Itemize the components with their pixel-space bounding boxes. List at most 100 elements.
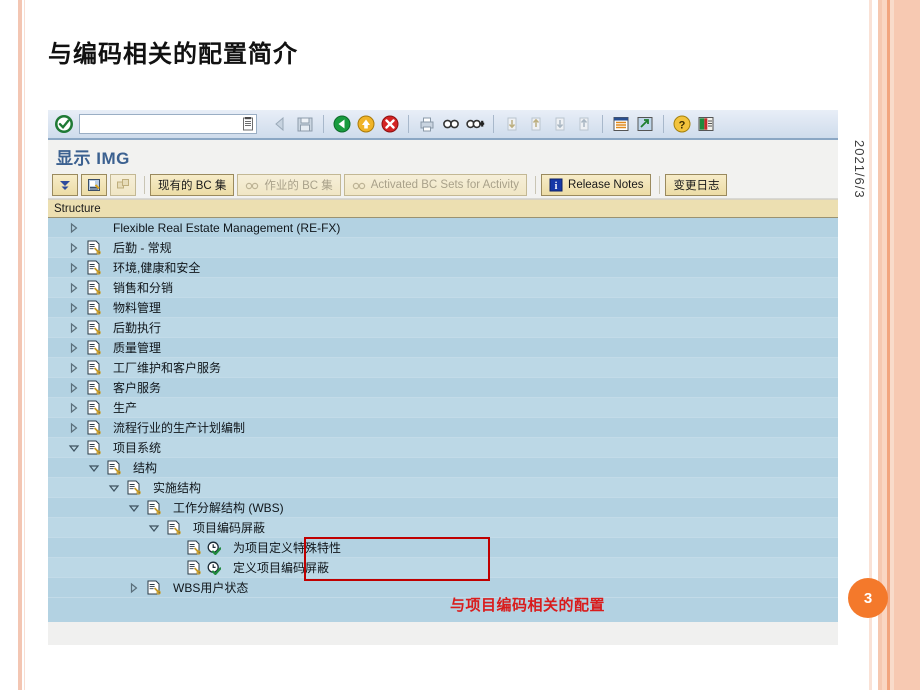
left-edge-accent-line-thin — [24, 0, 25, 690]
chevron-down-icon[interactable] — [148, 522, 160, 534]
documentation-button[interactable] — [81, 174, 107, 196]
tree-row-label: 后勤执行 — [113, 321, 162, 335]
chevron-right-icon[interactable] — [68, 402, 80, 414]
tree-row[interactable]: 结构 — [48, 458, 838, 478]
img-node-icon — [186, 560, 201, 575]
tree-row[interactable]: 项目编码屏蔽 — [48, 518, 838, 538]
tree-row[interactable]: 工作分解结构 (WBS) — [48, 498, 838, 518]
tree-row[interactable]: 销售和分销 — [48, 278, 838, 298]
chevron-down-icon[interactable] — [68, 442, 80, 454]
tree-row[interactable]: 后勤执行 — [48, 318, 838, 338]
tree-row-label: 工作分解结构 (WBS) — [173, 501, 284, 515]
tree-row[interactable]: 客户服务 — [48, 378, 838, 398]
tree-row[interactable]: 环境,健康和安全 — [48, 258, 838, 278]
activity-clock-icon[interactable] — [207, 561, 222, 576]
img-node-icon — [86, 360, 101, 375]
activity-clock-icon[interactable] — [207, 541, 222, 556]
first-page-icon[interactable] — [501, 114, 523, 134]
save-icon[interactable] — [294, 114, 316, 134]
tree-row[interactable]: 实施结构 — [48, 478, 838, 498]
expand-subtree-button[interactable] — [52, 174, 78, 196]
svg-text:i: i — [555, 181, 558, 192]
chevron-right-icon[interactable] — [68, 422, 80, 434]
existing-bc-sets-label: 现有的 BC 集 — [158, 180, 227, 192]
chevron-down-icon[interactable] — [108, 482, 120, 494]
exit-icon[interactable] — [355, 114, 377, 134]
tree-row[interactable]: 生产 — [48, 398, 838, 418]
screen-title: 显示 IMG — [48, 140, 838, 172]
where-used-icon — [116, 178, 130, 192]
tree-row[interactable]: 工厂维护和客户服务 — [48, 358, 838, 378]
no-expand-icon — [168, 542, 180, 554]
tree-row[interactable]: 项目系统 — [48, 438, 838, 458]
chevron-right-icon[interactable] — [68, 262, 80, 274]
tree-row-label: 项目系统 — [113, 441, 162, 455]
chevron-right-icon[interactable] — [128, 582, 140, 594]
change-log-label: 变更日志 — [673, 180, 720, 192]
tree-row-label: 项目编码屏蔽 — [193, 521, 266, 535]
print-icon[interactable] — [416, 114, 438, 134]
activated-bc-sets-button[interactable]: Activated BC Sets for Activity — [343, 174, 528, 196]
tree-row-label: 销售和分销 — [113, 281, 174, 295]
chevron-right-icon[interactable] — [68, 322, 80, 334]
command-field[interactable] — [79, 114, 257, 134]
tree-row[interactable]: 物料管理 — [48, 298, 838, 318]
sap-gui-window: ? 显示 IMG 现有的 BC 集 作业的 BC 集 Activated BC … — [48, 110, 838, 645]
tree-row[interactable]: 定义项目编码屏蔽 — [48, 558, 838, 578]
next-page-icon[interactable] — [549, 114, 571, 134]
last-page-icon[interactable] — [573, 114, 595, 134]
tree-row[interactable]: 质量管理 — [48, 338, 838, 358]
command-input[interactable] — [88, 117, 242, 131]
tree-row[interactable]: 流程行业的生产计划编制 — [48, 418, 838, 438]
enter-check-icon[interactable] — [54, 114, 74, 134]
glasses-icon — [352, 178, 366, 192]
cancel-icon[interactable] — [379, 114, 401, 134]
img-node-icon — [86, 300, 101, 315]
tree-row-label: 物料管理 — [113, 301, 162, 315]
back-arrow-icon[interactable] — [270, 114, 292, 134]
img-node-icon — [146, 500, 161, 515]
tree-row[interactable]: Flexible Real Estate Management (RE-FX) — [48, 218, 838, 238]
img-node-icon — [86, 440, 101, 455]
chevron-down-icon[interactable] — [88, 462, 100, 474]
help-icon[interactable]: ? — [671, 114, 693, 134]
tree-row-label: 定义项目编码屏蔽 — [233, 561, 330, 575]
system-toolbar: ? — [48, 110, 838, 140]
tree-row[interactable]: WBS用户状态 — [48, 578, 838, 598]
chevron-right-icon[interactable] — [68, 362, 80, 374]
existing-bc-sets-button[interactable]: 现有的 BC 集 — [150, 174, 235, 196]
create-shortcut-icon[interactable] — [634, 114, 656, 134]
tree-row[interactable]: 后勤 - 常规 — [48, 238, 838, 258]
img-node-icon — [186, 540, 201, 555]
chevron-down-icon[interactable] — [128, 502, 140, 514]
chevron-right-icon[interactable] — [68, 242, 80, 254]
find-next-icon[interactable] — [464, 114, 486, 134]
command-history-dropdown-icon[interactable] — [242, 117, 254, 131]
customize-layout-icon[interactable] — [695, 114, 717, 134]
chevron-right-icon[interactable] — [68, 302, 80, 314]
change-log-button[interactable]: 变更日志 — [665, 174, 728, 196]
page-title: 与编码相关的配置简介 — [48, 41, 298, 68]
tree-row-label: 客户服务 — [113, 381, 162, 395]
bc-sets-for-activity-button[interactable]: 作业的 BC 集 — [237, 174, 341, 196]
chevron-right-icon[interactable] — [68, 222, 80, 234]
img-node-icon — [166, 520, 181, 535]
find-icon[interactable] — [440, 114, 462, 134]
create-session-icon[interactable] — [610, 114, 632, 134]
previous-page-icon[interactable] — [525, 114, 547, 134]
left-edge-accent-line — [18, 0, 22, 690]
chevron-right-icon[interactable] — [68, 282, 80, 294]
back-icon[interactable] — [331, 114, 353, 134]
where-used-button[interactable] — [110, 174, 136, 196]
chevron-right-icon[interactable] — [68, 382, 80, 394]
tree-row-label: 环境,健康和安全 — [113, 261, 201, 275]
img-node-icon — [106, 460, 121, 475]
bc-sets-for-activity-label: 作业的 BC 集 — [264, 180, 333, 192]
tree-row-label: 为项目定义特殊特性 — [233, 541, 342, 555]
activated-bc-sets-label: Activated BC Sets for Activity — [370, 179, 520, 191]
tree-row[interactable]: 为项目定义特殊特性 — [48, 538, 838, 558]
tree-row-label: 后勤 - 常规 — [113, 241, 172, 255]
release-notes-button[interactable]: i Release Notes — [541, 174, 652, 196]
chevron-right-icon[interactable] — [68, 342, 80, 354]
release-notes-label: Release Notes — [568, 179, 644, 191]
